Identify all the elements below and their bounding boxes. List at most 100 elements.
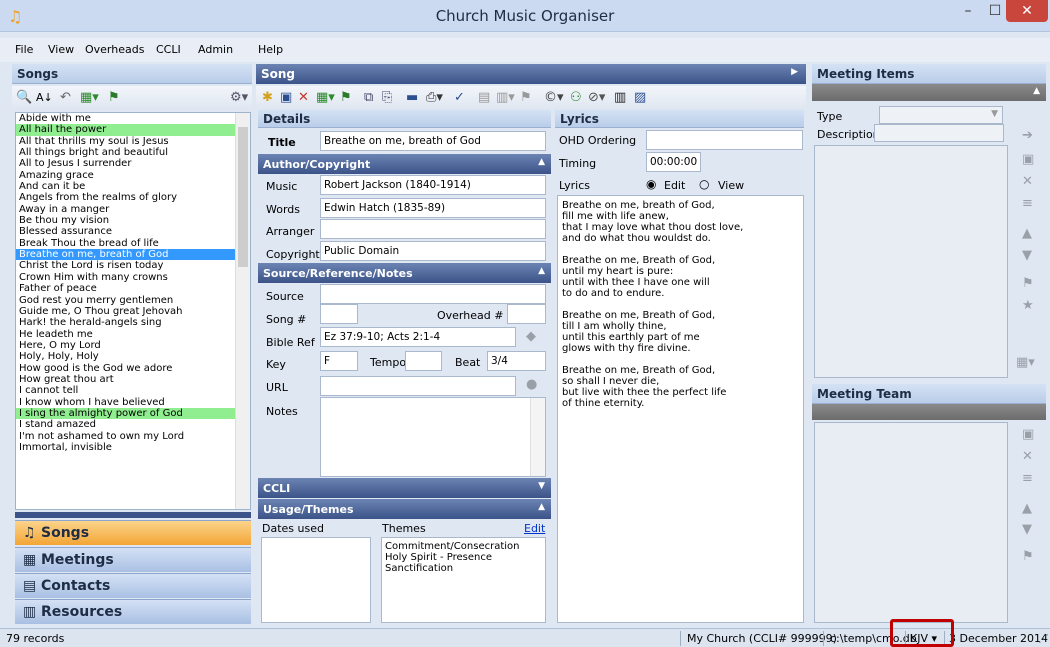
song-list-item[interactable]: Guide me, O Thou great Jehovah bbox=[16, 306, 250, 317]
words-field[interactable]: Edwin Hatch (1835-89) bbox=[320, 198, 546, 218]
save-icon[interactable]: ▣ bbox=[1022, 427, 1034, 442]
menu-admin[interactable]: Admin bbox=[198, 43, 233, 56]
copyright-icon[interactable]: ©▾ bbox=[544, 90, 564, 106]
url-field[interactable] bbox=[320, 376, 516, 396]
title-field[interactable]: Breathe on me, breath of God bbox=[320, 131, 546, 151]
present-icon[interactable]: ▬ bbox=[406, 90, 418, 106]
song-number-field[interactable] bbox=[320, 304, 358, 324]
filter-icon[interactable]: ⚑ bbox=[340, 90, 352, 106]
nav-resources[interactable]: ▥ Resources bbox=[15, 599, 251, 624]
song-list-item[interactable]: Amazing grace bbox=[16, 170, 250, 181]
description-field[interactable] bbox=[874, 124, 1004, 142]
author-section-header[interactable]: Author/Copyright ▲ bbox=[258, 154, 551, 174]
list-item[interactable]: Holy Spirit - Presence bbox=[385, 552, 542, 563]
song-list-item[interactable]: Breathe on me, breath of God bbox=[16, 249, 250, 261]
bible-ref-field[interactable]: Ez 37:9-10; Acts 2:1-4 bbox=[320, 327, 516, 347]
copy-icon[interactable]: ⧉ bbox=[364, 90, 373, 106]
song-list-item[interactable]: Angels from the realms of glory bbox=[16, 192, 250, 203]
new-icon[interactable]: ✱ bbox=[262, 90, 273, 106]
ohd-ordering-field[interactable] bbox=[646, 130, 803, 150]
song-list-item[interactable]: Break Thou the bread of life bbox=[16, 238, 250, 249]
collapse-arrow-icon[interactable]: ▲ bbox=[1033, 86, 1040, 96]
notes-field[interactable] bbox=[320, 397, 546, 477]
nav-contacts[interactable]: ▤ Contacts bbox=[15, 573, 251, 598]
filter-icon[interactable]: ⚑ bbox=[1022, 276, 1034, 291]
song-list-item[interactable]: All hail the power bbox=[16, 124, 250, 136]
song-list-item[interactable]: Crown Him with many crowns bbox=[16, 272, 250, 283]
song-list-item[interactable]: I'm not ashamed to own my Lord bbox=[16, 431, 250, 442]
dates-used-list[interactable] bbox=[261, 537, 371, 623]
meeting-team-list[interactable] bbox=[814, 422, 1008, 623]
copyright-field[interactable]: Public Domain bbox=[320, 241, 546, 261]
beat-field[interactable]: 3/4 bbox=[487, 351, 546, 371]
menu-ccli[interactable]: CCLI bbox=[156, 43, 181, 56]
notes-scrollbar[interactable] bbox=[530, 398, 545, 476]
close-button[interactable]: ✕ bbox=[1006, 0, 1048, 22]
nav-songs[interactable]: ♫ Songs bbox=[15, 520, 251, 545]
song-list-item[interactable]: I know whom I have believed bbox=[16, 397, 250, 408]
song-list-item[interactable]: God rest you merry gentlemen bbox=[16, 295, 250, 306]
song-list-item[interactable]: Blessed assurance bbox=[16, 226, 250, 237]
arranger-field[interactable] bbox=[320, 219, 546, 239]
undo-icon[interactable]: ↶ bbox=[60, 90, 71, 106]
music-field[interactable]: Robert Jackson (1840-1914) bbox=[320, 175, 546, 195]
song-list-item[interactable]: All to Jesus I surrender bbox=[16, 158, 250, 169]
delete-icon[interactable]: ✕ bbox=[1022, 174, 1033, 189]
paste-icon[interactable]: ⎘ bbox=[382, 90, 392, 106]
source-field[interactable] bbox=[320, 284, 546, 304]
splitter[interactable] bbox=[15, 512, 251, 518]
star-icon[interactable]: ★ bbox=[1022, 298, 1034, 313]
overhead-number-field[interactable] bbox=[507, 304, 546, 324]
resize-grip-icon[interactable]: ⋰ bbox=[1038, 632, 1049, 645]
find-icon[interactable]: 🔍 bbox=[16, 90, 32, 106]
song-list-item[interactable]: I stand amazed bbox=[16, 419, 250, 430]
print-icon[interactable]: ⎙▾ bbox=[426, 90, 443, 106]
song-list-item[interactable]: Be thou my vision bbox=[16, 215, 250, 226]
ccli-section-header[interactable]: CCLI ▼ bbox=[258, 478, 551, 498]
view-radio[interactable]: ○ bbox=[699, 177, 709, 191]
song-list-scrollbar[interactable] bbox=[235, 113, 250, 509]
move-up-icon[interactable]: ▲ bbox=[1022, 226, 1032, 241]
edit-themes-link[interactable]: Edit bbox=[524, 522, 545, 535]
key-field[interactable]: F bbox=[320, 351, 358, 371]
menu-overheads[interactable]: Overheads bbox=[85, 43, 144, 56]
list-icon[interactable]: ≡ bbox=[1022, 196, 1033, 211]
piano-icon[interactable]: ▥ bbox=[614, 90, 626, 106]
tempo-field[interactable] bbox=[405, 351, 442, 371]
song-list-item[interactable]: Holy, Holy, Holy bbox=[16, 351, 250, 362]
move-down-icon[interactable]: ▼ bbox=[1022, 522, 1032, 537]
list-icon[interactable]: ≡ bbox=[1022, 471, 1033, 486]
bible-icon[interactable]: ◆ bbox=[526, 329, 536, 344]
lyrics-text-area[interactable]: Breathe on me, breath of God, fill me wit… bbox=[557, 195, 804, 623]
export-icon[interactable]: ▦▾ bbox=[316, 90, 335, 106]
song-list-item[interactable]: I cannot tell bbox=[16, 385, 250, 396]
image-icon[interactable]: ▨ bbox=[634, 90, 646, 106]
source-section-header[interactable]: Source/Reference/Notes ▲ bbox=[258, 263, 551, 283]
filter-icon[interactable]: ⚑ bbox=[1022, 549, 1034, 564]
song-list-item[interactable]: How great thou art bbox=[16, 374, 250, 385]
save-icon[interactable]: ▣ bbox=[280, 90, 292, 106]
song-list-item[interactable]: How good is the God we adore bbox=[16, 363, 250, 374]
save-icon[interactable]: ▣ bbox=[1022, 152, 1034, 167]
song-list[interactable]: Abide with me All hail the power All that … bbox=[15, 112, 251, 510]
nav-meetings[interactable]: ▦ Meetings bbox=[15, 547, 251, 572]
themes-list[interactable]: Commitment/Consecration Holy Spirit - Pr… bbox=[381, 537, 546, 623]
maximize-button[interactable]: ☐ bbox=[982, 0, 1008, 22]
arrow-right-icon[interactable]: ➔ bbox=[1022, 128, 1033, 143]
song-list-item[interactable]: He leadeth me bbox=[16, 329, 250, 340]
menu-help[interactable]: Help bbox=[258, 43, 283, 56]
meeting-items-list[interactable] bbox=[814, 145, 1008, 378]
filter-icon[interactable]: ⚑ bbox=[108, 90, 120, 106]
song-list-item[interactable]: Abide with me bbox=[16, 113, 250, 124]
song-list-item[interactable]: Hark! the herald-angels sing bbox=[16, 317, 250, 328]
edit-radio-selected[interactable]: ◉ bbox=[646, 177, 656, 191]
song-list-item[interactable]: All that thrills my soul is Jesus bbox=[16, 136, 250, 147]
list-item[interactable]: Sanctification bbox=[385, 563, 542, 574]
sort-az-icon[interactable]: A↓ bbox=[36, 90, 53, 106]
delete-icon[interactable]: ✕ bbox=[298, 90, 309, 106]
move-down-icon[interactable]: ▼ bbox=[1022, 248, 1032, 263]
song-list-item[interactable]: All things bright and beautiful bbox=[16, 147, 250, 158]
song-list-item[interactable]: I sing the almighty power of God bbox=[16, 407, 250, 420]
minimize-button[interactable]: – bbox=[955, 0, 981, 22]
export-dropdown-icon[interactable]: ▦▾ bbox=[1016, 355, 1035, 370]
